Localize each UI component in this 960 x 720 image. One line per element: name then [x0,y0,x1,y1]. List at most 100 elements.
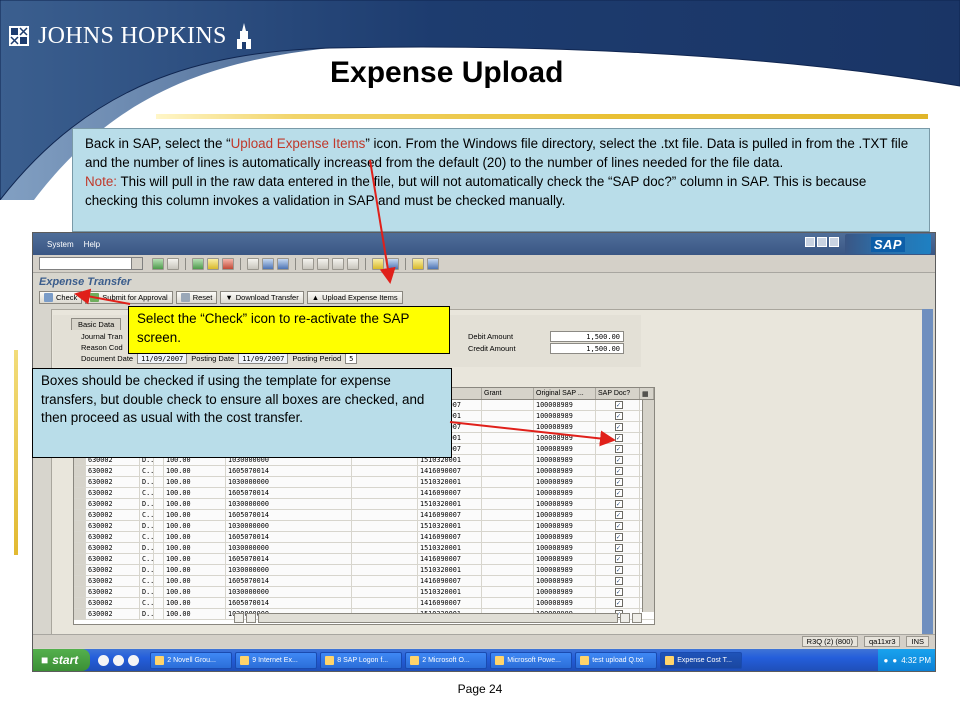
scroll-left-icon[interactable] [234,612,244,623]
shortcut-icon[interactable] [387,257,399,270]
menu-system[interactable]: System [47,240,74,249]
maximize-icon[interactable] [817,237,827,247]
sap-doc-cell[interactable]: ✓ [596,543,640,553]
last-page-icon[interactable] [347,257,359,270]
vertical-scrollbar[interactable] [922,309,933,635]
sap-doc-checkbox[interactable]: ✓ [614,434,623,442]
sap-doc-cell[interactable]: ✓ [596,598,640,608]
sap-doc-cell[interactable]: ✓ [596,466,640,476]
sap-doc-checkbox[interactable]: ✓ [614,522,623,530]
outlook-icon[interactable] [113,654,125,666]
table-row[interactable]: 630002C... 100.001605070014 1416090007 1000… [74,488,654,499]
sap-doc-cell[interactable]: ✓ [596,499,640,509]
sap-doc-cell[interactable]: ✓ [596,521,640,531]
table-row[interactable]: 630002C... 100.001605070014 1416090007 1000… [74,532,654,543]
sap-doc-checkbox[interactable]: ✓ [614,599,623,607]
scroll-right-end-icon[interactable] [632,612,642,623]
next-page-icon[interactable] [332,257,344,270]
first-page-icon[interactable] [302,257,314,270]
taskbar-task[interactable]: test upload Q.txt [575,651,658,669]
taskbar-task[interactable]: 2 Novell Grou... [150,651,233,669]
table-row[interactable]: 630002D... 100.001030000000 1510320001 1000… [74,587,654,598]
table-row[interactable]: 630002C... 100.001605070014 1416090007 1000… [74,554,654,565]
posting-date-field[interactable]: 11/09/2007 [238,353,289,364]
sap-doc-cell[interactable]: ✓ [596,411,640,421]
sap-doc-checkbox[interactable]: ✓ [614,588,623,596]
sap-doc-checkbox[interactable]: ✓ [614,533,623,541]
sap-doc-cell[interactable]: ✓ [596,400,640,410]
sap-doc-cell[interactable]: ✓ [596,532,640,542]
sap-doc-checkbox[interactable]: ✓ [614,500,623,508]
table-row[interactable]: 630002C... 100.001605070014 1416090007 1000… [74,510,654,521]
table-row[interactable]: 630002D... 100.001030000000 1510320001 1000… [74,477,654,488]
table-row[interactable]: 630002D... 100.001030000000 1510320001 1000… [74,499,654,510]
table-row[interactable]: 630002C... 100.001605070014 1416090007 1000… [74,598,654,609]
sap-doc-cell[interactable]: ✓ [596,510,640,520]
browser-icon[interactable] [98,654,110,666]
sap-doc-cell[interactable]: ✓ [596,576,640,586]
upload-expense-items-button[interactable]: ▲ Upload Expense Items [306,291,403,304]
print-icon[interactable] [247,257,259,270]
posting-period-field[interactable]: 5 [345,353,358,364]
start-button[interactable]: ■ start [33,649,91,671]
taskbar-task[interactable]: 8 SAP Logon f... [320,651,403,669]
table-row[interactable]: 630002C... 100.001605070014 1416090007 1000… [74,576,654,587]
close-icon[interactable] [829,237,839,247]
sap-doc-cell[interactable]: ✓ [596,488,640,498]
find-next-icon[interactable] [277,257,289,270]
reset-button[interactable]: Reset [175,291,218,304]
sap-doc-checkbox[interactable]: ✓ [614,445,623,453]
sap-doc-checkbox[interactable]: ✓ [614,456,623,464]
check-button[interactable]: Check [39,291,83,304]
sap-doc-cell[interactable]: ✓ [596,587,640,597]
table-vertical-scrollbar[interactable] [642,400,654,612]
sap-doc-checkbox[interactable]: ✓ [614,555,623,563]
scroll-right-icon[interactable] [246,612,256,623]
table-row[interactable]: 630002C... 100.001605070014 1416090007 1000… [74,466,654,477]
find-icon[interactable] [262,257,274,270]
doc-date-field[interactable]: 11/09/2007 [137,353,188,364]
submit-for-approval-button[interactable]: Submit for Approval [85,291,173,304]
col-sap-doc[interactable]: SAP Doc? [596,388,640,399]
sap-doc-checkbox[interactable]: ✓ [614,544,623,552]
taskbar-task[interactable]: 9 Internet Ex... [235,651,318,669]
sap-doc-cell[interactable]: ✓ [596,455,640,465]
sap-doc-cell[interactable]: ✓ [596,422,640,432]
save-icon[interactable] [167,257,179,270]
scroll-track[interactable] [258,612,618,623]
media-icon[interactable] [128,654,140,666]
sap-doc-checkbox[interactable]: ✓ [614,423,623,431]
sap-doc-checkbox[interactable]: ✓ [614,566,623,574]
enter-icon[interactable] [152,257,164,270]
cancel-icon[interactable] [222,257,234,270]
taskbar-task[interactable]: 2 Microsoft O... [405,651,488,669]
help-icon[interactable] [412,257,424,270]
minimize-icon[interactable] [805,237,815,247]
layout-icon[interactable] [427,257,439,270]
exit-icon[interactable] [207,257,219,270]
sap-doc-checkbox[interactable]: ✓ [614,401,623,409]
command-field[interactable] [39,257,143,270]
back-icon[interactable] [192,257,204,270]
table-row[interactable]: 630002D... 100.001030000000 1510320001 1000… [74,543,654,554]
scroll-left-end-icon[interactable] [620,612,630,623]
sap-doc-cell[interactable]: ✓ [596,565,640,575]
sap-doc-checkbox[interactable]: ✓ [614,412,623,420]
sap-doc-cell[interactable]: ✓ [596,444,640,454]
sap-doc-cell[interactable]: ✓ [596,477,640,487]
table-row[interactable]: 630002D... 100.001030000000 1510320001 1000… [74,565,654,576]
prev-page-icon[interactable] [317,257,329,270]
taskbar-task[interactable]: Expense Cost T... [660,651,743,669]
new-session-icon[interactable] [372,257,384,270]
column-settings-icon[interactable]: ▦ [640,388,654,399]
col-grant[interactable]: Grant [482,388,534,399]
sap-doc-checkbox[interactable]: ✓ [614,478,623,486]
table-horizontal-scrollbar[interactable] [234,612,674,623]
sap-doc-checkbox[interactable]: ✓ [614,467,623,475]
taskbar-task[interactable]: Microsoft Powe... [490,651,573,669]
tab-basic-data[interactable]: Basic Data [71,318,122,330]
download-transfer-button[interactable]: ▼ Download Transfer [220,291,304,304]
sap-doc-checkbox[interactable]: ✓ [614,489,623,497]
sap-doc-cell[interactable]: ✓ [596,433,640,443]
sap-doc-checkbox[interactable]: ✓ [614,511,623,519]
